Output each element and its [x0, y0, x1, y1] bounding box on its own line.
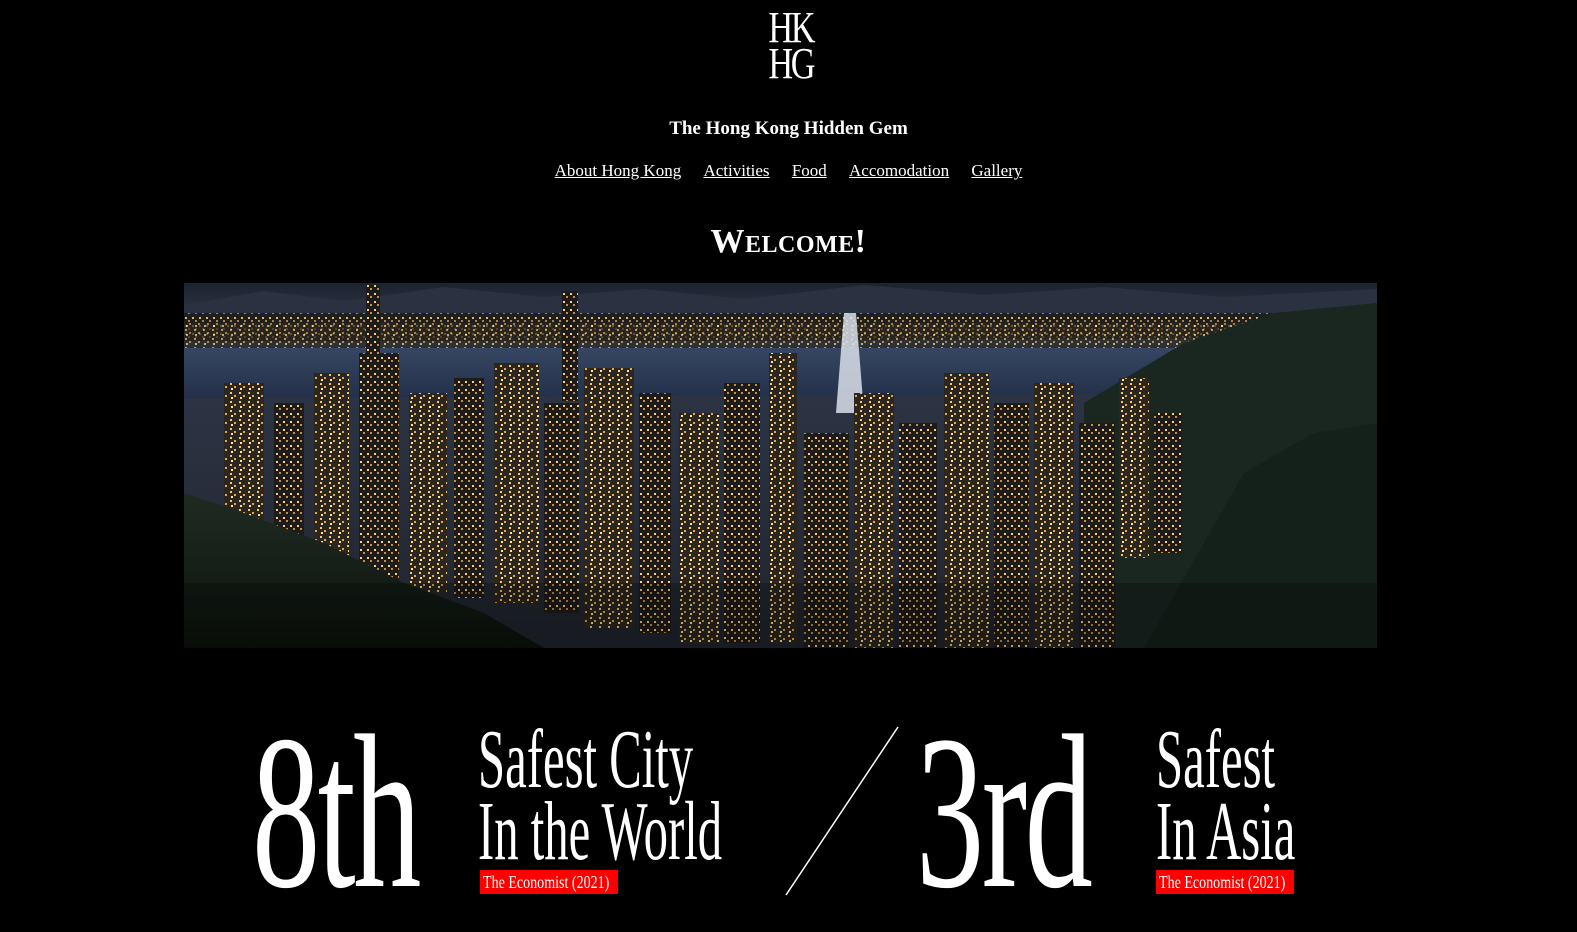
stat-source-badge-world: The Economist (2021): [480, 870, 618, 894]
nav-link-food[interactable]: Food: [792, 161, 827, 180]
stat-source-world: The Economist (2021): [483, 872, 610, 892]
stat-desc-world: Safest City In the World: [478, 718, 723, 878]
stat-divider: [785, 726, 899, 896]
logo-line-2: HG: [768, 39, 815, 88]
stat-desc-world-line-2: In the World: [478, 785, 723, 878]
hero-skyline-image: [184, 283, 1377, 648]
stat-rank-asia: 3rd: [916, 690, 1093, 932]
skyline-illustration: [184, 283, 1377, 648]
stat-source-asia: The Economist (2021): [1159, 872, 1286, 892]
nav-link-gallery[interactable]: Gallery: [971, 161, 1022, 180]
stat-source-badge-asia: The Economist (2021): [1156, 870, 1294, 894]
stat-desc-asia: Safest In Asia: [1156, 718, 1296, 878]
site-logo[interactable]: HK HG: [0, 6, 1577, 88]
welcome-heading: Welcome!: [710, 223, 867, 260]
stat-desc-asia-line-2: In Asia: [1156, 785, 1296, 878]
page: HK HG The Hong Kong Hidden Gem About Hon…: [0, 0, 1577, 932]
nav-link-accomodation[interactable]: Accomodation: [849, 161, 949, 180]
nav-link-about-hong-kong[interactable]: About Hong Kong: [555, 161, 682, 180]
main-nav: About Hong Kong Activities Food Accomoda…: [0, 160, 1577, 182]
logo-mark: HK HG: [768, 6, 815, 88]
nav-link-activities[interactable]: Activities: [703, 161, 769, 180]
site-title: The Hong Kong Hidden Gem: [669, 118, 908, 139]
stat-rank-world: 8th: [252, 690, 421, 932]
